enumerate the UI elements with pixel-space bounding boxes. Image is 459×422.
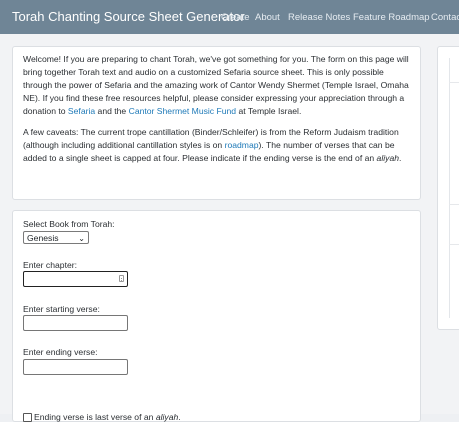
- number-spinner-icon[interactable]: [119, 275, 124, 282]
- top-navbar: Torah Chanting Source Sheet Generator Cr…: [0, 0, 459, 34]
- nav-link-contact[interactable]: Contact: [431, 12, 459, 23]
- start-verse-label: Enter starting verse:: [23, 304, 100, 314]
- intro-text: Welcome! If you are preparing to chant T…: [23, 53, 411, 173]
- book-select-value: Genesis: [27, 233, 59, 243]
- intro-text-part: and the: [95, 106, 129, 116]
- chapter-label: Enter chapter:: [23, 260, 77, 270]
- source-sheet-form: Select Book from Torah: Genesis ⌄ Enter …: [12, 210, 421, 422]
- nav-link-create[interactable]: Create: [221, 12, 250, 23]
- nav-link-release-notes[interactable]: Release Notes: [288, 12, 350, 23]
- intro-card: Welcome! If you are preparing to chant T…: [12, 46, 421, 200]
- page-content: Welcome! If you are preparing to chant T…: [0, 34, 459, 422]
- side-divider: [449, 244, 459, 245]
- chevron-down-icon: ⌄: [78, 234, 85, 243]
- book-select-label: Select Book from Torah:: [23, 219, 115, 229]
- intro-paragraph-caveats: A few caveats: The current trope cantill…: [23, 126, 411, 165]
- intro-text-part: at Temple Israel.: [236, 106, 302, 116]
- aliyah-checkbox[interactable]: [23, 413, 32, 422]
- nav-link-about[interactable]: About: [255, 12, 280, 23]
- sefaria-link[interactable]: Sefaria: [68, 106, 95, 116]
- roadmap-link[interactable]: roadmap: [225, 140, 259, 150]
- end-verse-label: Enter ending verse:: [23, 347, 98, 357]
- chapter-input[interactable]: [23, 271, 128, 287]
- start-verse-input[interactable]: [23, 315, 128, 331]
- end-verse-input[interactable]: [23, 359, 128, 375]
- nav-link-feature-roadmap[interactable]: Feature Roadmap: [353, 12, 430, 23]
- side-divider: [449, 82, 459, 83]
- navbar-brand[interactable]: Torah Chanting Source Sheet Generator: [12, 9, 245, 24]
- shermet-fund-link[interactable]: Cantor Shermet Music Fund: [129, 106, 236, 116]
- intro-paragraph-welcome: Welcome! If you are preparing to chant T…: [23, 53, 411, 118]
- side-divider: [449, 204, 459, 205]
- book-select[interactable]: Genesis ⌄: [23, 231, 89, 244]
- caveat-text-part: .: [399, 153, 402, 163]
- aliyah-emphasis: aliyah: [376, 153, 400, 163]
- side-panel-inner: [449, 58, 459, 318]
